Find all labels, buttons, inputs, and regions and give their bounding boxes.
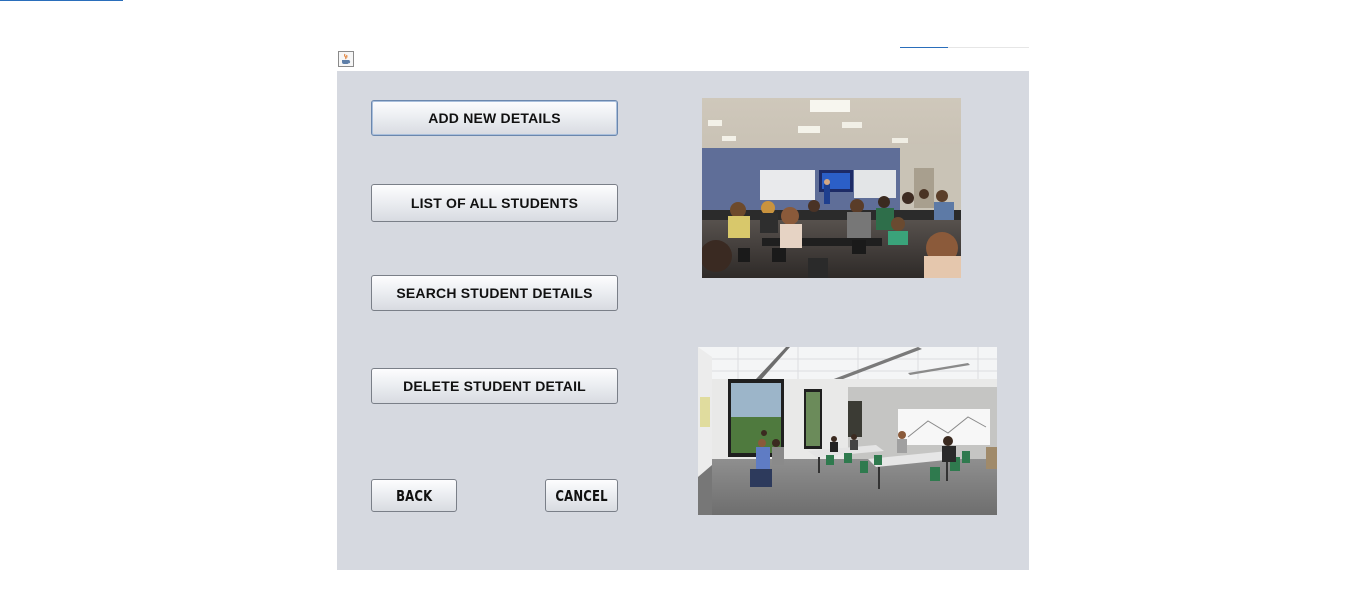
modern-classroom-photo xyxy=(698,347,997,515)
list-all-students-button[interactable]: LIST OF ALL STUDENTS xyxy=(371,184,618,222)
title-strip-line xyxy=(900,47,1029,48)
main-panel: ADD NEW DETAILS LIST OF ALL STUDENTS SEA… xyxy=(337,71,1029,570)
cancel-button[interactable]: CANCEL xyxy=(545,479,618,512)
title-strip-accent xyxy=(900,47,948,48)
back-button[interactable]: BACK xyxy=(371,479,457,512)
delete-student-detail-button[interactable]: DELETE STUDENT DETAIL xyxy=(371,368,618,404)
java-app-icon xyxy=(338,51,354,67)
search-student-details-button[interactable]: SEARCH STUDENT DETAILS xyxy=(371,275,618,311)
add-new-details-button[interactable]: ADD NEW DETAILS xyxy=(371,100,618,136)
classroom-lecture-photo xyxy=(702,98,961,278)
cancel-button-label: CANCEL xyxy=(555,486,608,505)
back-button-label: BACK xyxy=(395,486,433,505)
top-left-accent-line xyxy=(0,0,123,1)
application-window: ADD NEW DETAILS LIST OF ALL STUDENTS SEA… xyxy=(0,0,1366,611)
